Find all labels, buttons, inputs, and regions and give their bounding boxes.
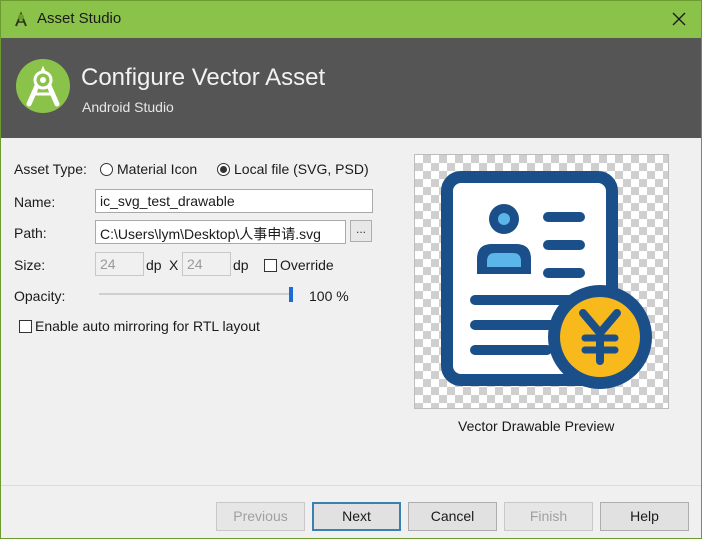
rtl-mirroring-label[interactable]: Enable auto mirroring for RTL layout [35, 318, 260, 334]
size-label: Size: [14, 257, 46, 273]
path-label: Path: [14, 225, 47, 241]
android-studio-logo-icon [16, 59, 70, 113]
browse-button[interactable]: ... [350, 220, 372, 242]
radio-local-file-label[interactable]: Local file (SVG, PSD) [234, 161, 369, 177]
next-button[interactable]: Next [312, 502, 401, 531]
previous-button[interactable]: Previous [216, 502, 305, 531]
finish-button[interactable]: Finish [504, 502, 593, 531]
name-label: Name: [14, 194, 56, 210]
wizard-header: Configure Vector Asset Android Studio [1, 38, 701, 138]
document-person-yen-icon [441, 171, 652, 389]
radio-material-icon-label[interactable]: Material Icon [117, 161, 197, 177]
opacity-label: Opacity: [14, 288, 66, 304]
vector-preview-panel [414, 154, 669, 409]
width-field[interactable]: 24 [95, 252, 144, 276]
radio-material-icon[interactable] [100, 163, 113, 176]
opacity-slider-thumb[interactable] [289, 287, 293, 302]
page-subtitle: Android Studio [82, 99, 174, 115]
asset-studio-window: Asset Studio Configure Vector Asset Andr… [0, 0, 702, 539]
radio-local-file[interactable] [217, 163, 230, 176]
opacity-slider-track[interactable] [99, 293, 289, 295]
width-unit-label: dp [146, 257, 162, 273]
override-checkbox[interactable] [264, 259, 277, 272]
override-label[interactable]: Override [280, 257, 334, 273]
opacity-value: 100 % [309, 288, 349, 304]
help-button[interactable]: Help [600, 502, 689, 531]
path-field[interactable]: C:\Users\lym\Desktop\人事申请.svg [95, 220, 346, 244]
window-title: Asset Studio [37, 10, 122, 27]
asset-type-label: Asset Type: [14, 161, 87, 177]
close-icon[interactable] [669, 9, 689, 29]
rtl-mirroring-checkbox[interactable] [19, 320, 32, 333]
footer-divider [1, 485, 701, 486]
preview-caption: Vector Drawable Preview [458, 418, 615, 434]
cancel-button[interactable]: Cancel [408, 502, 497, 531]
page-title: Configure Vector Asset [81, 64, 326, 91]
title-bar: Asset Studio [1, 1, 701, 38]
height-field[interactable]: 24 [182, 252, 231, 276]
android-studio-app-icon [15, 11, 27, 27]
size-separator: X [169, 257, 179, 273]
height-unit-label: dp [233, 257, 249, 273]
name-field[interactable]: ic_svg_test_drawable [95, 189, 373, 213]
